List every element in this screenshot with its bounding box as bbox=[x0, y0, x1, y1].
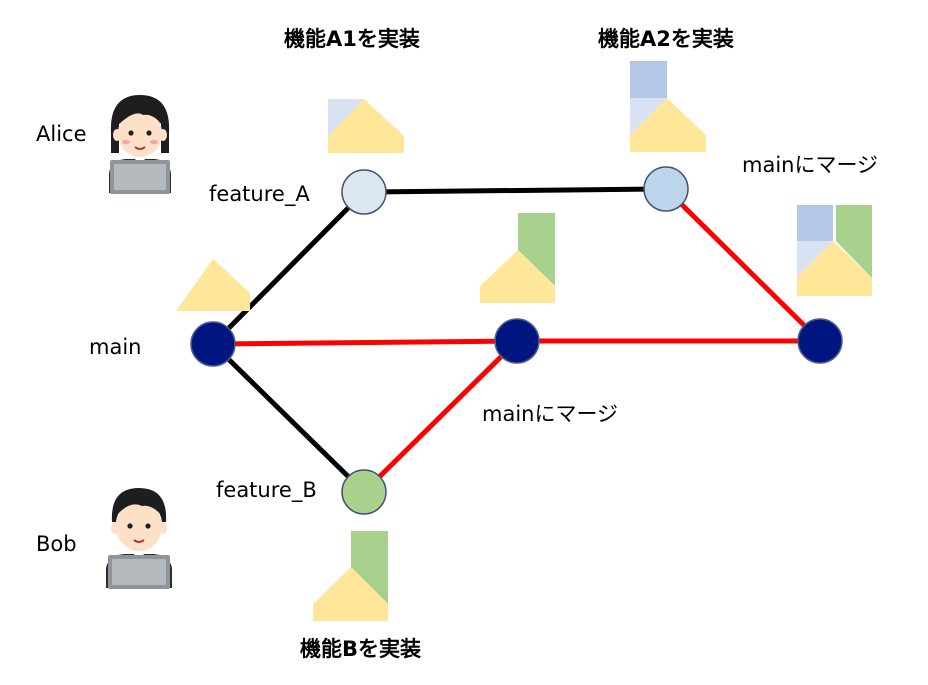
edge-feature-a-commit bbox=[363, 186, 667, 195]
git-branch-diagram: Alice Bob feature_A main feature_B 機能A1を… bbox=[36, 27, 878, 661]
caption-merge-feature-a: mainにマージ bbox=[742, 153, 878, 177]
commit-node-feature-a2 bbox=[643, 166, 689, 212]
edge-main-to-feature-a bbox=[211, 190, 366, 346]
edge-main-line-1 bbox=[212, 338, 518, 347]
person-with-laptop-icon bbox=[109, 95, 171, 194]
person-with-laptop-icon bbox=[106, 488, 172, 589]
piece-feature-a2 bbox=[630, 61, 706, 152]
piece-merged-all bbox=[797, 205, 872, 296]
piece-feature-a1 bbox=[328, 99, 404, 153]
person-label-alice: Alice bbox=[36, 122, 87, 146]
person-label-bob: Bob bbox=[36, 532, 77, 556]
commit-node-main-1 bbox=[190, 321, 236, 367]
edge-main-to-feature-b bbox=[211, 342, 366, 494]
branch-label-main: main bbox=[89, 335, 141, 359]
commit-node-main-3 bbox=[797, 318, 843, 364]
caption-feature-a2: 機能A2を実装 bbox=[598, 27, 734, 51]
commit-node-main-2 bbox=[494, 318, 540, 364]
caption-merge-feature-b: mainにマージ bbox=[482, 402, 618, 426]
commit-node-feature-b bbox=[341, 469, 387, 515]
piece-main-with-b bbox=[480, 213, 555, 303]
piece-main-base bbox=[176, 259, 250, 311]
branch-label-feature-b: feature_B bbox=[216, 478, 317, 503]
caption-feature-b: 機能Bを実装 bbox=[300, 637, 421, 661]
caption-feature-a1: 機能A1を実装 bbox=[284, 27, 420, 51]
branch-label-feature-a: feature_A bbox=[209, 182, 310, 207]
commit-node-feature-a1 bbox=[341, 169, 387, 215]
piece-feature-b bbox=[313, 531, 388, 621]
edge-merge-feature-a bbox=[664, 187, 822, 343]
